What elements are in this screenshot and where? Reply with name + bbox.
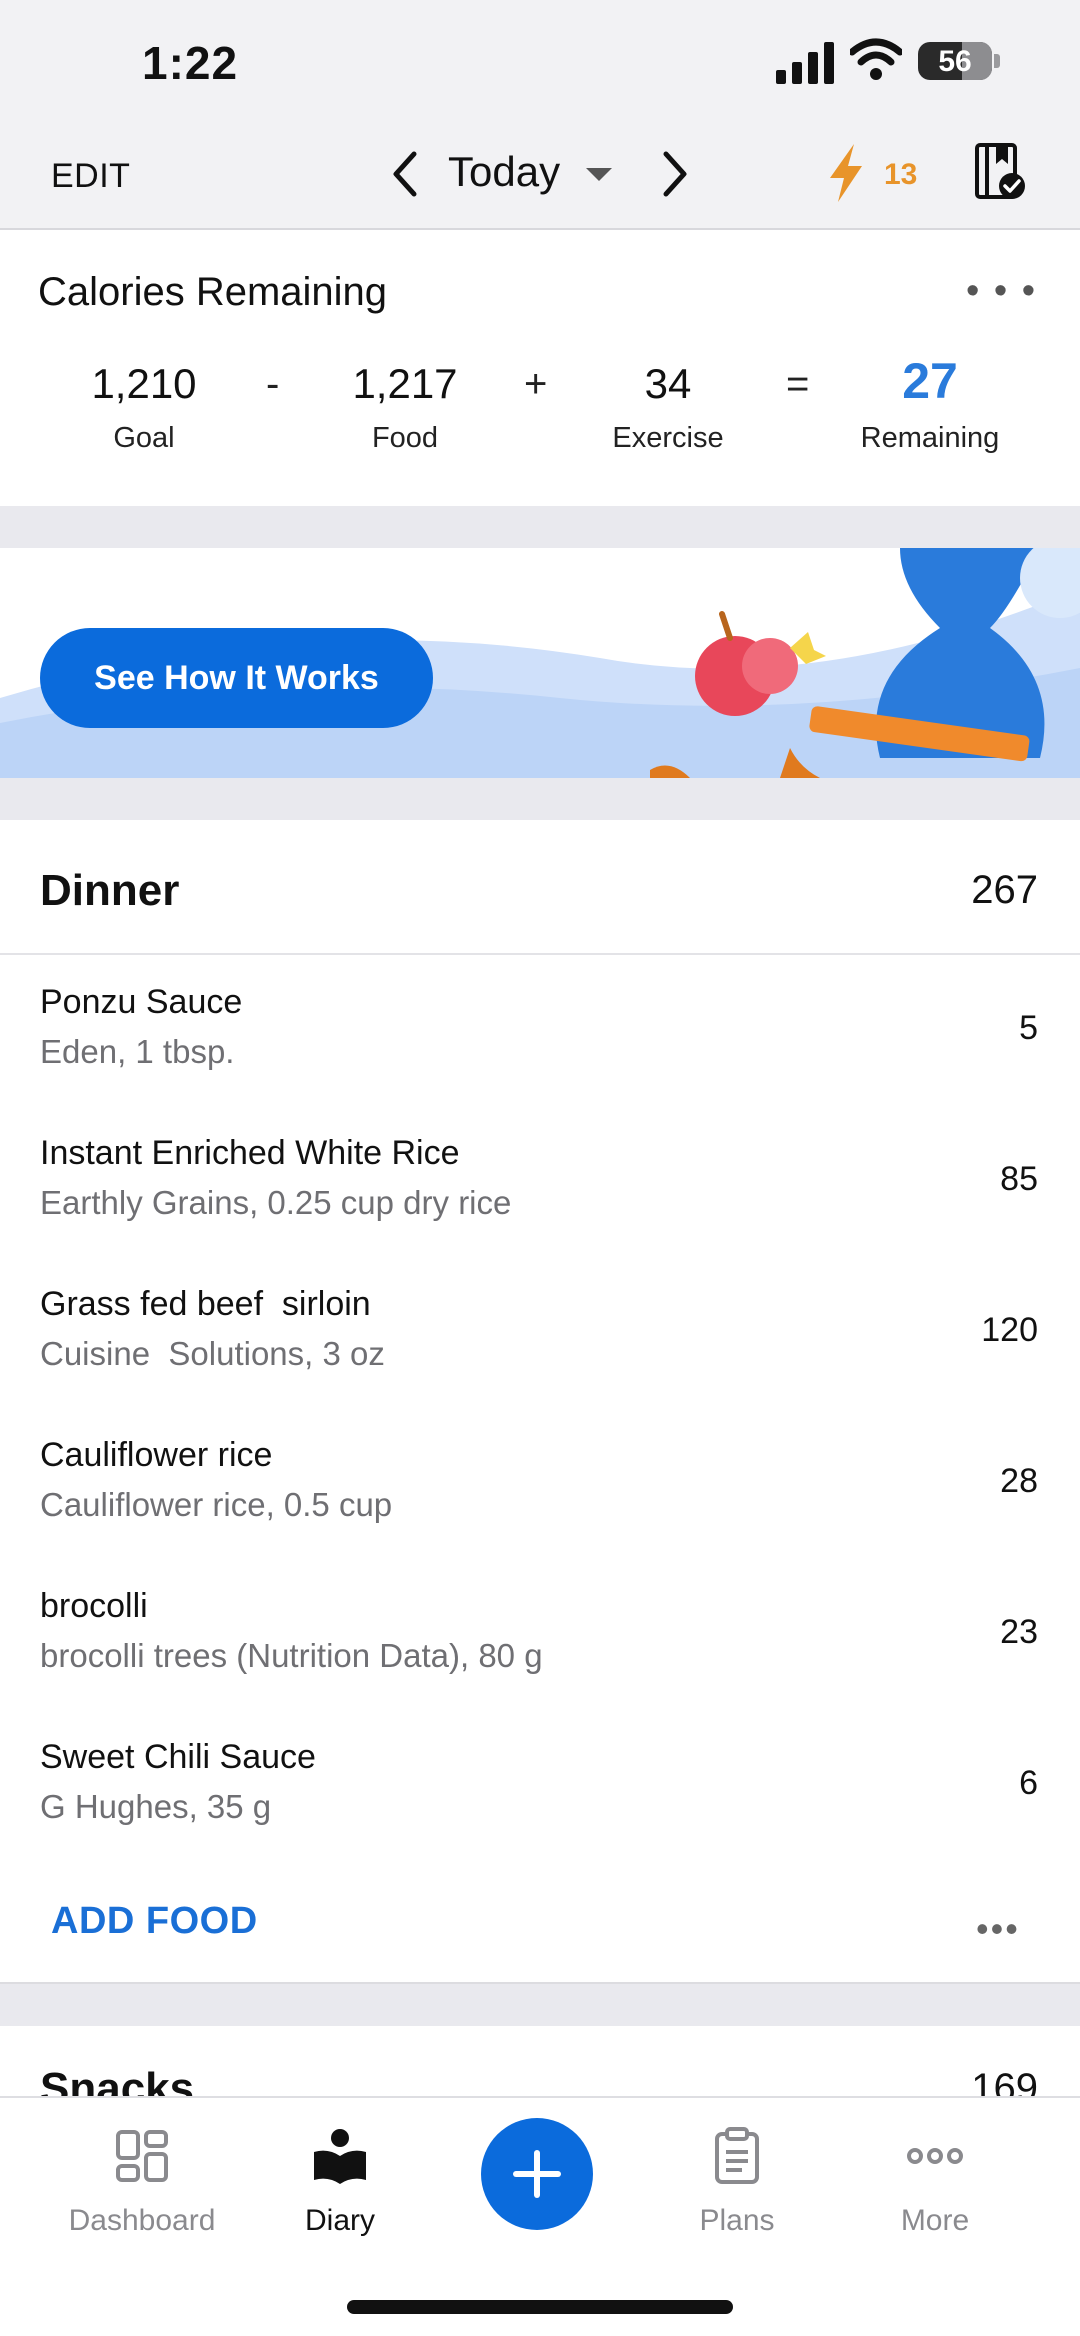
battery-icon: 56 [918,42,992,80]
more-options-icon[interactable]: • • • [966,272,1037,310]
food-description: Cauliflower rice, 0.5 cup [40,1486,393,1523]
food-calories: 5 [1019,1009,1038,1047]
tab-label: Diary [304,2204,375,2237]
exercise-value: 34 [644,360,692,407]
food-name: Sweet Chili Sauce [40,1738,316,1776]
streak-bolt-icon[interactable] [826,142,866,204]
see-how-it-works-button[interactable]: See How It Works [40,628,433,728]
minus-operator: - [266,362,280,406]
tab-more[interactable]: More [835,2126,1035,2238]
chevron-down-icon[interactable] [586,168,612,181]
food-entry[interactable]: Instant Enriched White Rice Earthly Grai… [0,1108,1080,1260]
meal-title: Dinner [40,866,180,915]
meal-more-options-icon[interactable]: ••• [976,1908,1020,1950]
equals-operator: = [786,362,810,406]
remaining-value: 27 [902,353,958,409]
food-entry[interactable]: Cauliflower rice Cauliflower rice, 0.5 c… [0,1410,1080,1562]
home-indicator[interactable] [347,2300,733,2314]
tab-label: More [900,2204,970,2237]
section-divider [0,1982,1080,2026]
food-calories: 6 [1019,1764,1038,1802]
food-calories: 120 [981,1311,1038,1349]
tab-label: Dashboard [68,2204,216,2237]
add-entry-plus-button[interactable] [481,2118,593,2230]
status-time: 1:22 [142,37,239,89]
food-name: Ponzu Sauce [40,983,243,1021]
food-label: Food [371,422,439,454]
goal-column: 1,210 Goal [44,360,244,455]
tab-plans[interactable]: Plans [637,2126,837,2238]
tab-label: Plans [699,2204,775,2237]
food-description: G Hughes, 35 g [40,1788,272,1825]
exercise-column: 34 Exercise [568,360,768,455]
goal-label: Goal [113,422,175,454]
add-food-button[interactable]: ADD FOOD [51,1900,258,1943]
battery-nub [994,54,1000,68]
more-dots-icon [907,2148,963,2164]
wifi-icon [850,38,902,80]
plus-operator: + [524,362,548,406]
tab-dashboard[interactable]: Dashboard [42,2126,242,2238]
food-entry[interactable]: brocolli brocolli trees (Nutrition Data)… [0,1561,1080,1713]
plus-icon [513,2171,561,2177]
food-calories: 23 [1000,1613,1038,1651]
diary-complete-icon[interactable] [974,142,1026,202]
food-description: Eden, 1 tbsp. [40,1033,235,1070]
section-divider [0,506,1080,548]
food-calories: 28 [1000,1462,1038,1500]
edit-button[interactable]: EDIT [51,157,130,196]
diary-book-icon [314,2129,366,2184]
food-entry[interactable]: Ponzu Sauce Eden, 1 tbsp. 5 [0,957,1080,1109]
previous-day-chevron-icon[interactable] [388,148,422,200]
meal-calories: 267 [971,868,1038,912]
food-name: Instant Enriched White Rice [40,1134,460,1172]
clipboard-icon [715,2127,759,2184]
goal-value: 1,210 [91,360,197,407]
food-value: 1,217 [352,360,458,407]
dashboard-grid-icon [116,2130,168,2182]
section-divider [0,778,1080,820]
food-entry[interactable]: Sweet Chili Sauce G Hughes, 35 g 6 [0,1712,1080,1864]
battery-level: 56 [938,45,972,78]
tab-diary[interactable]: Diary [240,2126,440,2238]
food-description: Earthly Grains, 0.25 cup dry rice [40,1184,512,1221]
cellular-signal-icon [776,42,834,84]
top-header: 1:22 56 EDIT Today 13 [0,0,1080,230]
remaining-label: Remaining [860,422,1000,454]
remaining-column: 27 Remaining [830,352,1030,455]
food-name: Cauliflower rice [40,1436,273,1474]
food-description: brocolli trees (Nutrition Data), 80 g [40,1637,543,1674]
food-name: brocolli [40,1587,148,1625]
food-description: Cuisine Solutions, 3 oz [40,1335,385,1372]
food-column: 1,217 Food [305,360,505,455]
food-name: Grass fed beef sirloin [40,1285,371,1323]
date-selector[interactable]: Today [448,148,560,196]
promo-banner: See How It Works [0,548,1080,778]
next-day-chevron-icon[interactable] [658,148,692,200]
food-entry[interactable]: Grass fed beef sirloin Cuisine Solutions… [0,1259,1080,1411]
dinner-header[interactable]: Dinner 267 [0,820,1080,955]
exercise-label: Exercise [612,422,724,454]
streak-count[interactable]: 13 [884,158,917,192]
calories-title: Calories Remaining [38,270,388,314]
food-calories: 85 [1000,1160,1038,1198]
